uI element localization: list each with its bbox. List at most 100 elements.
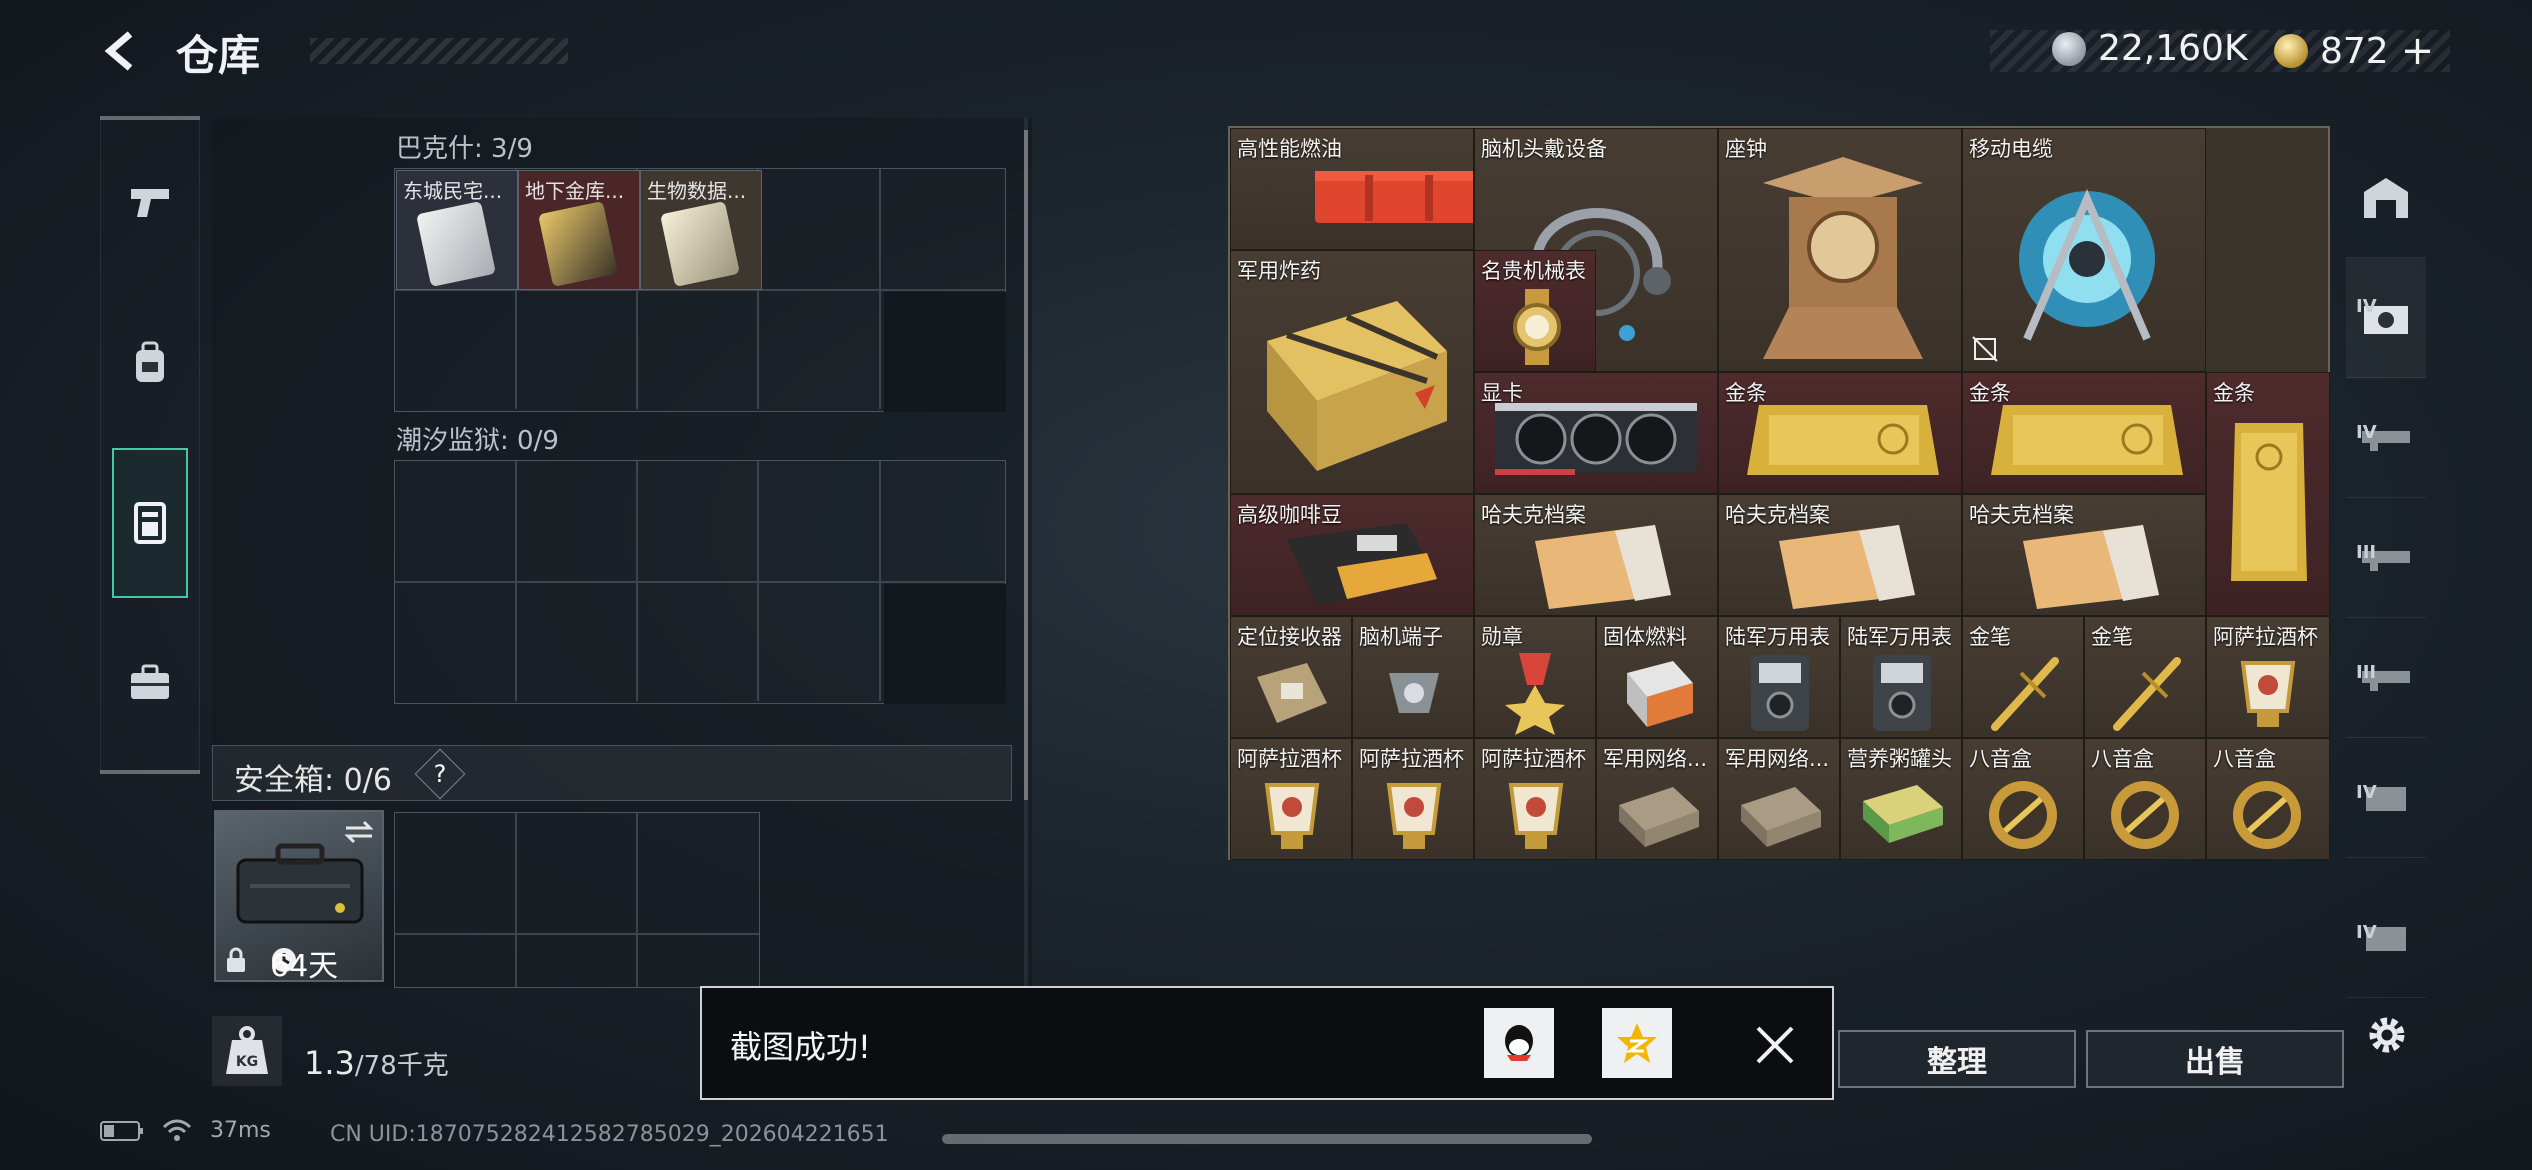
currency-hafu[interactable]: 22,160K (2052, 28, 2248, 69)
network-device-icon (1619, 787, 1699, 847)
folder-icon (1535, 525, 1671, 609)
title-decoration (310, 38, 568, 64)
gpu-icon (1495, 403, 1697, 475)
item-gold-pen[interactable]: 金笔 (2084, 616, 2206, 738)
item-solid-fuel[interactable]: 固体燃料 (1596, 616, 1718, 738)
item-haavk-file[interactable]: 哈夫克档案 (1474, 494, 1718, 616)
svg-text:KG: KG (236, 1054, 258, 1070)
toolbar-tier-iv-selected[interactable]: IV (2346, 258, 2426, 378)
item-gold-bar[interactable]: 金条 (1962, 372, 2206, 494)
explosives-crate-icon (1267, 301, 1447, 471)
item-military-network[interactable]: 军用网络... (1596, 738, 1718, 860)
toast-message: 截图成功! (730, 1028, 871, 1066)
cup-icon (1264, 783, 1320, 849)
item-military-network[interactable]: 军用网络... (1718, 738, 1840, 860)
item-gold-pen[interactable]: 金笔 (1962, 616, 2084, 738)
item-luxury-watch[interactable]: 名贵机械表 (1474, 250, 1596, 372)
add-currency-button[interactable]: + (2401, 28, 2435, 74)
safebox-label: 安全箱: 0/6 (234, 763, 392, 798)
back-button[interactable] (100, 28, 146, 74)
no-mark-icon (1972, 336, 1998, 362)
battery-icon (100, 1120, 143, 1141)
gold-bar-icon (1991, 405, 2183, 475)
item-medal[interactable]: 勋章 (1474, 616, 1596, 738)
toolbar-tier-iv-b[interactable]: IV (2346, 738, 2426, 858)
item-bci-terminal[interactable]: 脑机端子 (1352, 616, 1474, 738)
item-asara-cup[interactable]: 阿萨拉酒杯 (2206, 616, 2330, 738)
item-asara-cup[interactable]: 阿萨拉酒杯 (1230, 738, 1352, 860)
safebox-days: 64天 (270, 949, 339, 984)
fuel-box-icon (1627, 661, 1693, 727)
list-item[interactable]: 东城民宅... (396, 170, 518, 290)
sell-button[interactable]: 出售 (2086, 1030, 2344, 1088)
help-icon: ? (433, 760, 447, 788)
item-asara-cup[interactable]: 阿萨拉酒杯 (1474, 738, 1596, 860)
item-music-box[interactable]: 八音盒 (2206, 738, 2330, 860)
locker-icon (134, 502, 166, 544)
item-porridge-can[interactable]: 营养粥罐头 (1840, 738, 1962, 860)
list-item[interactable]: 地下金库... (518, 170, 640, 290)
share-qq-button[interactable] (1484, 1008, 1554, 1078)
toolbar-tier-iv-c[interactable]: IV (2346, 878, 2426, 998)
item-premium-coffee[interactable]: 高级咖啡豆 (1230, 494, 1474, 616)
item-music-box[interactable]: 八音盒 (2084, 738, 2206, 860)
toolbar-tier-iii-a[interactable]: III (2346, 498, 2426, 618)
weight-icon: KG (226, 1026, 268, 1074)
item-haavk-file[interactable]: 哈夫克档案 (1962, 494, 2206, 616)
home-indicator[interactable] (942, 1134, 1592, 1144)
toolbar-tier-iii-b[interactable]: III (2346, 618, 2426, 738)
cable-reel-icon (2019, 188, 2155, 341)
sort-button[interactable]: 整理 (1838, 1030, 2076, 1088)
gold-bar-icon (1747, 405, 1939, 475)
nav-top-cap (100, 116, 200, 120)
secure-case-icon (236, 843, 364, 924)
lock-icon (227, 947, 245, 972)
nav-bottom-cap (100, 770, 200, 774)
keycard-icon (660, 200, 740, 288)
item-music-box[interactable]: 八音盒 (1962, 738, 2084, 860)
settings-button[interactable] (2362, 1010, 2412, 1060)
swap-icon (344, 820, 374, 844)
folder-icon (2023, 525, 2159, 609)
toolbar-top-button[interactable] (2346, 138, 2426, 258)
ping-value: 37ms (210, 1118, 271, 1143)
item-locator-receiver[interactable]: 定位接收器 (1230, 616, 1352, 738)
qq-icon (1505, 1025, 1533, 1061)
nav-item-storage[interactable] (112, 448, 188, 598)
list-item[interactable]: 生物数据... (640, 170, 762, 290)
item-mobile-cable[interactable]: 移动电缆 (1962, 128, 2206, 372)
item-table-clock[interactable]: 座钟 (1718, 128, 1962, 372)
nav-item-case[interactable] (112, 608, 188, 758)
storage-scroll-thumb[interactable] (1024, 130, 1028, 800)
item-graphics-card[interactable]: 显卡 (1474, 372, 1718, 494)
cup-icon (1386, 783, 1442, 849)
item-gold-bar[interactable]: 金条 (1718, 372, 1962, 494)
item-army-multimeter[interactable]: 陆军万用表 (1840, 616, 1962, 738)
item-gold-bar[interactable]: 金条 (2206, 372, 2330, 616)
pen-icon (2113, 657, 2181, 731)
network-device-icon (1741, 787, 1821, 847)
backpack-inventory: 高性能燃油 军用炸药 脑机头戴设备 座钟 移动电缆 名贵机械表 显卡 金条 金条… (1228, 126, 2330, 860)
item-military-explosives[interactable]: 军用炸药 (1230, 250, 1474, 494)
hafu-coin-icon (2052, 31, 2086, 66)
nav-item-gear[interactable] (112, 288, 188, 438)
item-army-multimeter[interactable]: 陆军万用表 (1718, 616, 1840, 738)
item-haavk-file[interactable]: 哈夫克档案 (1718, 494, 1962, 616)
multimeter-icon (1751, 655, 1809, 731)
page-title: 仓库 (176, 31, 261, 80)
gold-bar-icon (2231, 423, 2307, 581)
backpack-icon (136, 341, 164, 382)
item-high-performance-fuel[interactable]: 高性能燃油 (1230, 128, 1474, 250)
toolbar-tier-iv[interactable]: IV (2346, 378, 2426, 498)
weight-indicator: KG (212, 1016, 282, 1086)
cup-icon (1508, 783, 1564, 849)
item-asara-cup[interactable]: 阿萨拉酒杯 (1352, 738, 1474, 860)
terminal-icon (1389, 673, 1439, 713)
close-toast-button[interactable] (1752, 1022, 1798, 1068)
can-icon (1863, 785, 1943, 843)
briefcase-icon (131, 664, 169, 699)
share-qzone-button[interactable] (1602, 1008, 1672, 1078)
currency-gold[interactable]: 872 + (2274, 28, 2434, 74)
music-box-icon (2111, 781, 2179, 849)
nav-item-weapons[interactable] (112, 128, 188, 278)
